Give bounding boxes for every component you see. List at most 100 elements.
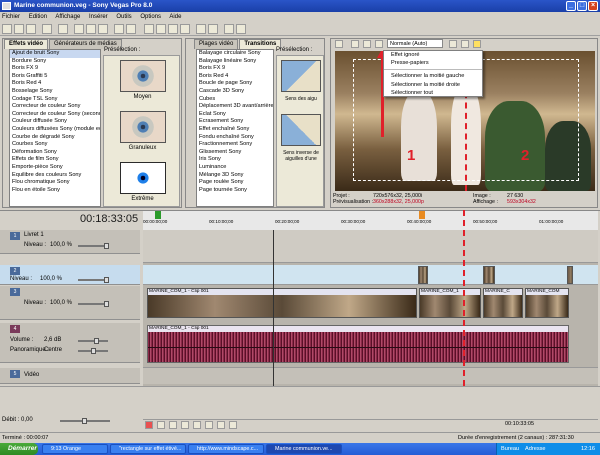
task-button[interactable]: 9:13 Orange [42, 444, 108, 454]
menu-file[interactable]: Fichier [2, 14, 20, 20]
menu-item-select-left[interactable]: Sélectionner la moitié gauche [384, 72, 482, 80]
menu-item-select-right[interactable]: Sélectionner la moitié droite [384, 81, 482, 89]
undo-icon[interactable] [114, 24, 124, 34]
minimize-button[interactable]: _ [566, 1, 576, 11]
list-item[interactable]: Balayage linéaire Sony [197, 58, 273, 66]
paste-icon[interactable] [98, 24, 108, 34]
list-item[interactable]: Couleur diffusée Sony [10, 118, 100, 126]
list-item[interactable]: Flou en étoile Sony [10, 187, 100, 195]
start-button[interactable]: Démarrer [0, 443, 38, 455]
task-button[interactable]: "rectangle sur effet étivé... [110, 444, 186, 454]
level-slider[interactable] [78, 301, 109, 307]
menu-view[interactable]: Affichage [55, 14, 80, 20]
volume-slider[interactable] [78, 338, 108, 344]
video-clip[interactable] [567, 266, 573, 284]
overlays-icon[interactable] [449, 40, 457, 48]
video-clip[interactable] [418, 266, 428, 284]
slider-knob[interactable] [82, 418, 87, 424]
track-header[interactable]: 1 Livret 1 Niveau : 100,0 % [0, 230, 140, 254]
preset-thumb-grainy[interactable] [120, 111, 166, 143]
zoom-tool-icon[interactable] [180, 24, 190, 34]
list-item[interactable]: Bosselage Sony [10, 88, 100, 96]
menu-help[interactable]: Aide [169, 14, 181, 20]
go-to-end-icon[interactable] [229, 421, 237, 429]
slider-knob[interactable] [91, 348, 96, 354]
pan-slider[interactable] [78, 348, 108, 354]
preset-thumb-extreme[interactable] [120, 162, 166, 194]
task-button[interactable]: Marine communion.ve... [266, 444, 342, 454]
redo-icon[interactable] [126, 24, 136, 34]
list-item[interactable]: Boucle de page Sony [197, 80, 273, 88]
list-item[interactable]: Correcteur de couleur Sony (seconda [10, 111, 100, 119]
list-item[interactable]: Écrasement Sony [197, 118, 273, 126]
loop-icon[interactable] [157, 421, 165, 429]
slider-knob[interactable] [104, 277, 109, 283]
envelope-tool-icon[interactable] [156, 24, 166, 34]
slider-knob[interactable] [104, 243, 109, 249]
list-item[interactable]: Balayage circulaire Sony [197, 50, 273, 58]
copy-snapshot-icon[interactable] [461, 40, 469, 48]
ignore-grouping-icon[interactable] [236, 24, 246, 34]
properties-icon[interactable] [42, 24, 52, 34]
tab-video-bus[interactable]: Plages vidéo [194, 39, 239, 49]
list-item[interactable]: Courbes Sony [10, 141, 100, 149]
list-item[interactable]: Boris Red 4 [197, 73, 273, 81]
list-item[interactable]: Mélange 3D Sony [197, 172, 273, 180]
marker-flag-icon[interactable] [155, 211, 161, 219]
menu-item-ignore-effect[interactable]: Effet ignoré [384, 51, 482, 59]
selection-tool-icon[interactable] [168, 24, 178, 34]
preview-quality-select[interactable]: Normale (Auto) [387, 39, 443, 48]
marker-flag-icon[interactable] [419, 211, 425, 219]
split-screen-icon[interactable] [375, 40, 383, 48]
playhead-cursor[interactable] [273, 230, 274, 386]
list-item[interactable]: Page roulée Sony [197, 179, 273, 187]
level-slider[interactable] [78, 243, 109, 249]
slider-knob[interactable] [104, 301, 109, 307]
transition-thumb-clockwise[interactable] [281, 60, 321, 92]
list-item[interactable]: Emporte-pièce Sony [10, 164, 100, 172]
slider-knob[interactable] [94, 338, 99, 344]
timeline-tracks-area[interactable]: MARINE_COM_1 - Clip 001 MARINE_COM_1 MAR… [143, 210, 598, 386]
menu-edit[interactable]: Edition [29, 14, 47, 20]
copy-icon[interactable] [86, 24, 96, 34]
list-item[interactable]: Boris FX 9 [10, 65, 100, 73]
project-properties-icon[interactable] [335, 40, 343, 48]
list-item[interactable]: Fractionnement Sony [197, 141, 273, 149]
play-icon[interactable] [181, 421, 189, 429]
save-icon[interactable] [26, 24, 36, 34]
list-item[interactable]: Glissement Sony [197, 149, 273, 157]
menu-item-clipboard[interactable]: Presse-papiers [384, 59, 482, 67]
transitions-list[interactable]: Balayage circulaire Sony Balayage linéai… [196, 49, 274, 207]
audio-clip[interactable]: MARINE_COM_1 - Clip 001 [147, 325, 569, 363]
menu-item-select-all[interactable]: Sélectionner tout [384, 89, 482, 97]
tray-address-label[interactable]: Adresse [525, 443, 546, 455]
pause-icon[interactable] [193, 421, 201, 429]
list-item[interactable]: Iris Sony [197, 156, 273, 164]
track-lane[interactable] [143, 265, 598, 285]
transition-thumb-counterclockwise[interactable] [281, 114, 321, 146]
tray-desktop-label[interactable]: Bureau [501, 443, 519, 455]
list-item[interactable]: Fondu enchaîné Sony [197, 134, 273, 142]
list-item[interactable]: Flou chromatique Sony [10, 179, 100, 187]
list-item[interactable]: Page tournée Sony [197, 187, 273, 195]
preview-external-icon[interactable] [351, 40, 359, 48]
effects-list[interactable]: Ajout de bruit Sony Bordure Sony Boris F… [9, 49, 101, 207]
menu-insert[interactable]: Insérer [89, 14, 108, 20]
snapping-icon[interactable] [196, 24, 206, 34]
list-item[interactable]: Effets de film Sony [10, 156, 100, 164]
video-fx-icon[interactable] [363, 40, 371, 48]
lock-envelopes-icon[interactable] [224, 24, 234, 34]
close-button[interactable]: × [588, 1, 598, 11]
track-header[interactable]: 5 Vidéo [0, 368, 140, 384]
list-item[interactable]: Correcteur de couleur Sony [10, 103, 100, 111]
track-lane[interactable] [143, 230, 598, 263]
video-clip[interactable]: MARINE_COM_1 - Clip 001 [147, 288, 417, 318]
list-item[interactable]: Déformation Sony [10, 149, 100, 157]
list-item[interactable]: Déplacement 3D avant/arrière [197, 103, 273, 111]
track-lane[interactable] [143, 367, 598, 384]
list-item[interactable]: Boris Red 4 [10, 80, 100, 88]
video-clip[interactable]: MARINE_C [483, 288, 523, 318]
stop-icon[interactable] [205, 421, 213, 429]
video-clip[interactable] [483, 266, 495, 284]
cut-icon[interactable] [74, 24, 84, 34]
